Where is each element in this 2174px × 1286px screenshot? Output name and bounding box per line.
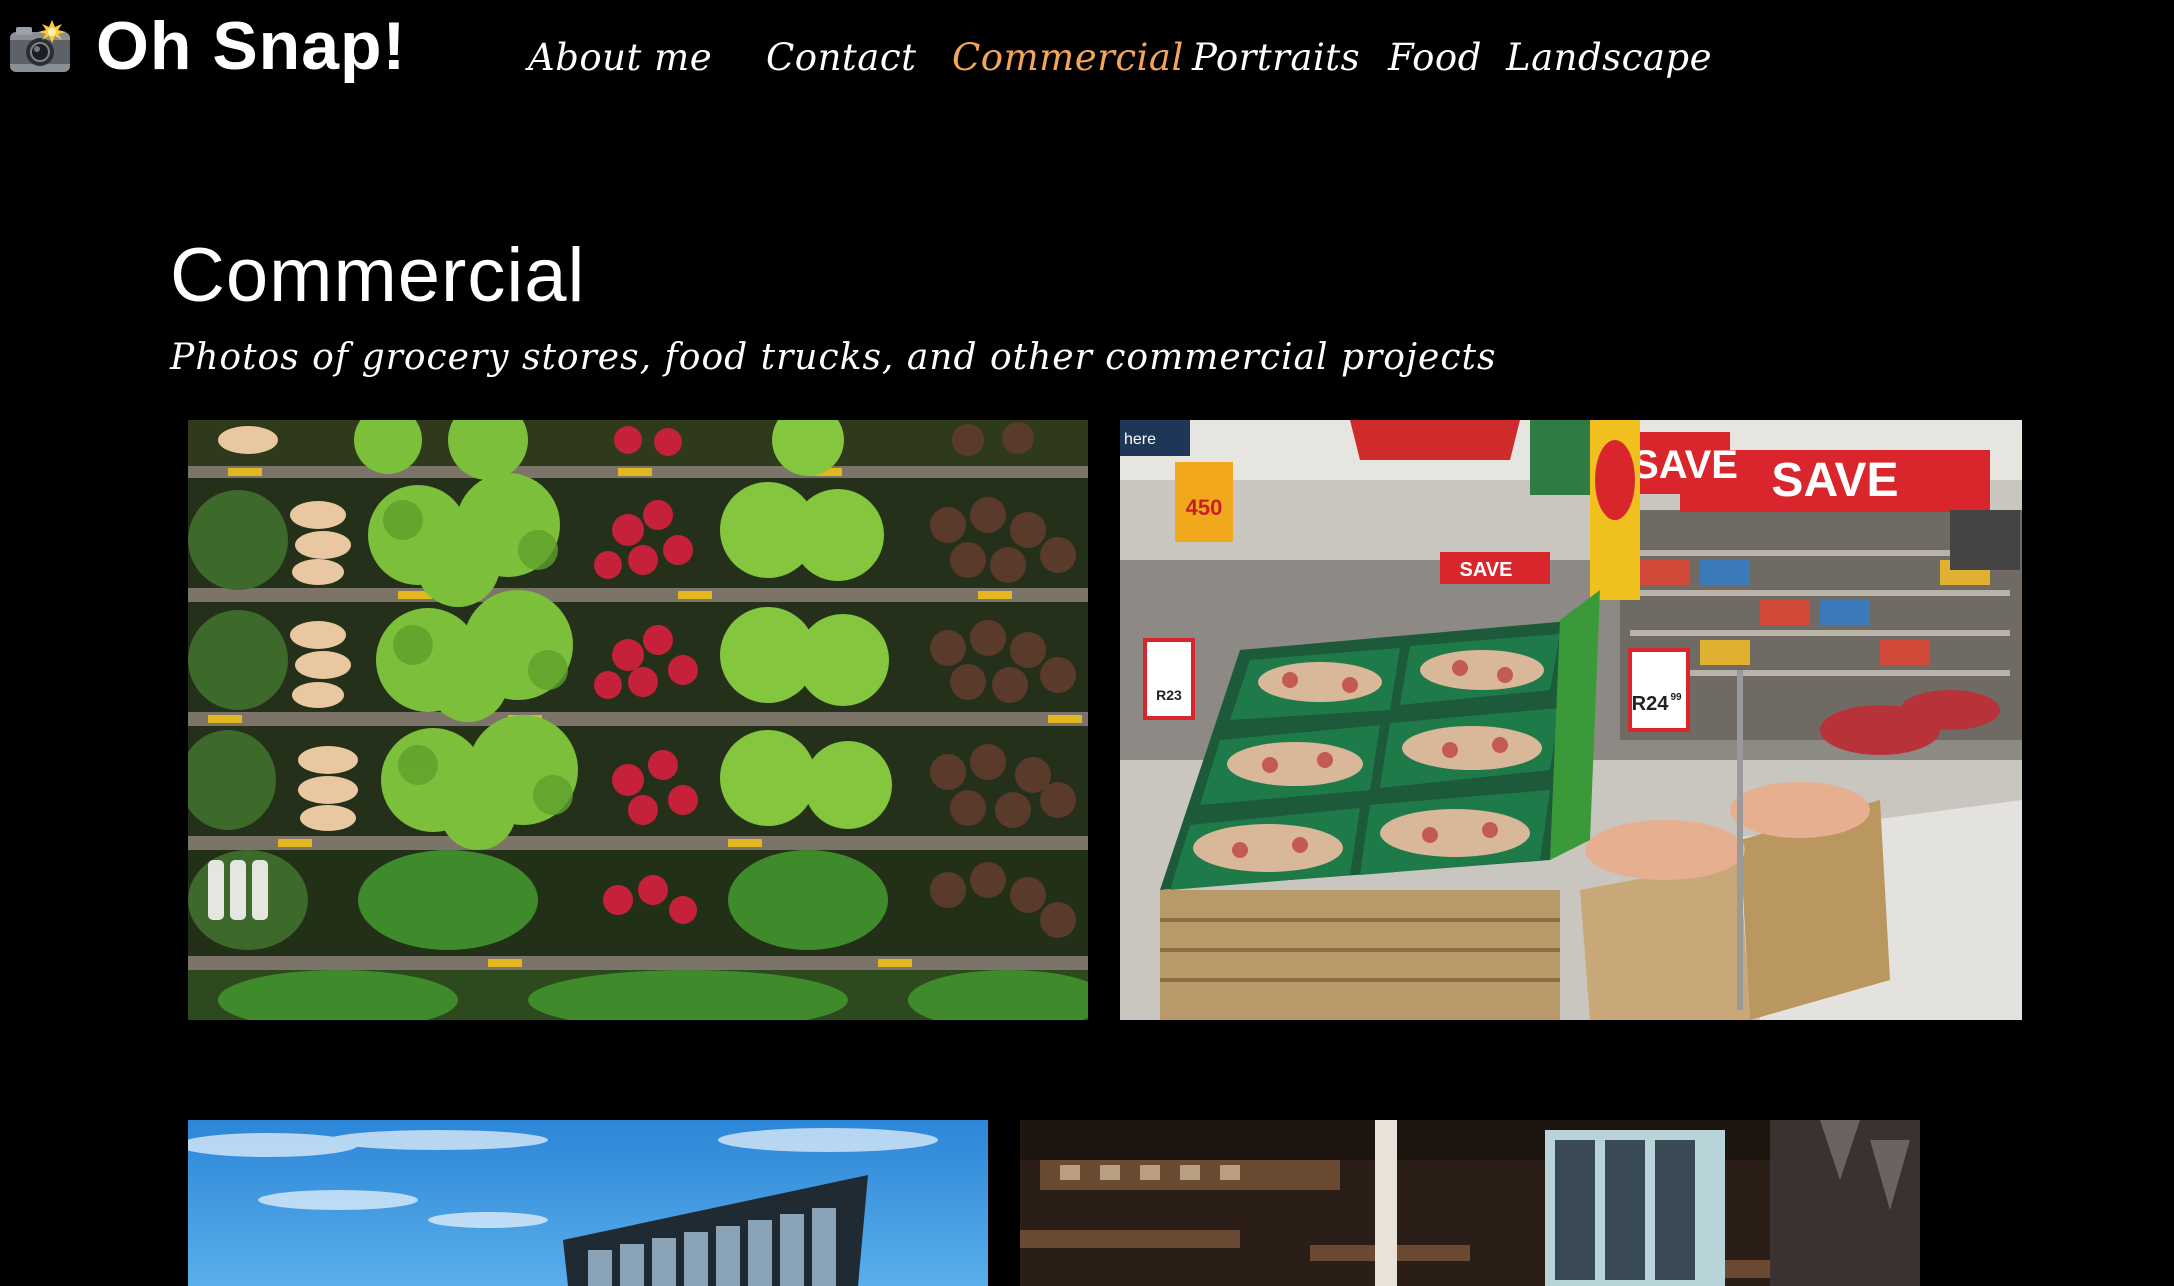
promo-sign-text: 450 bbox=[1186, 495, 1223, 520]
here-sign-text: here bbox=[1124, 431, 1156, 448]
nav-commercial[interactable]: Commercial bbox=[952, 30, 1184, 86]
camera-flash-icon[interactable] bbox=[8, 18, 72, 74]
nav-about-me[interactable]: About me bbox=[528, 30, 712, 86]
price-right-cents-text: 99 bbox=[1670, 692, 1682, 703]
restaurant-interior-photo[interactable] bbox=[1020, 1120, 1920, 1286]
modern-building-photo[interactable] bbox=[188, 1120, 988, 1286]
price-right-text: R24 bbox=[1632, 693, 1670, 715]
save-banner-text: SAVE bbox=[1771, 454, 1898, 507]
site-header: Oh Snap! About me Contact Commercial Por… bbox=[0, 0, 2174, 120]
price-left-text: R23 bbox=[1156, 687, 1182, 703]
save-shelf-text: SAVE bbox=[1460, 559, 1513, 581]
save-banner-right-text: SAVE bbox=[1632, 443, 1738, 487]
site-brand[interactable]: Oh Snap! bbox=[96, 6, 406, 86]
nav-food[interactable]: Food bbox=[1388, 30, 1482, 86]
nav-landscape[interactable]: Landscape bbox=[1506, 30, 1712, 86]
supermarket-photo[interactable]: SAVE SAVE 450 here SAVE R23 R24 99 bbox=[1120, 420, 2022, 1020]
produce-shelves-photo[interactable] bbox=[188, 420, 1088, 1020]
nav-portraits[interactable]: Portraits bbox=[1192, 30, 1360, 86]
page-title: Commercial bbox=[170, 233, 586, 318]
page-subtitle: Photos of grocery stores, food trucks, a… bbox=[170, 337, 1497, 378]
nav-contact[interactable]: Contact bbox=[766, 30, 916, 86]
